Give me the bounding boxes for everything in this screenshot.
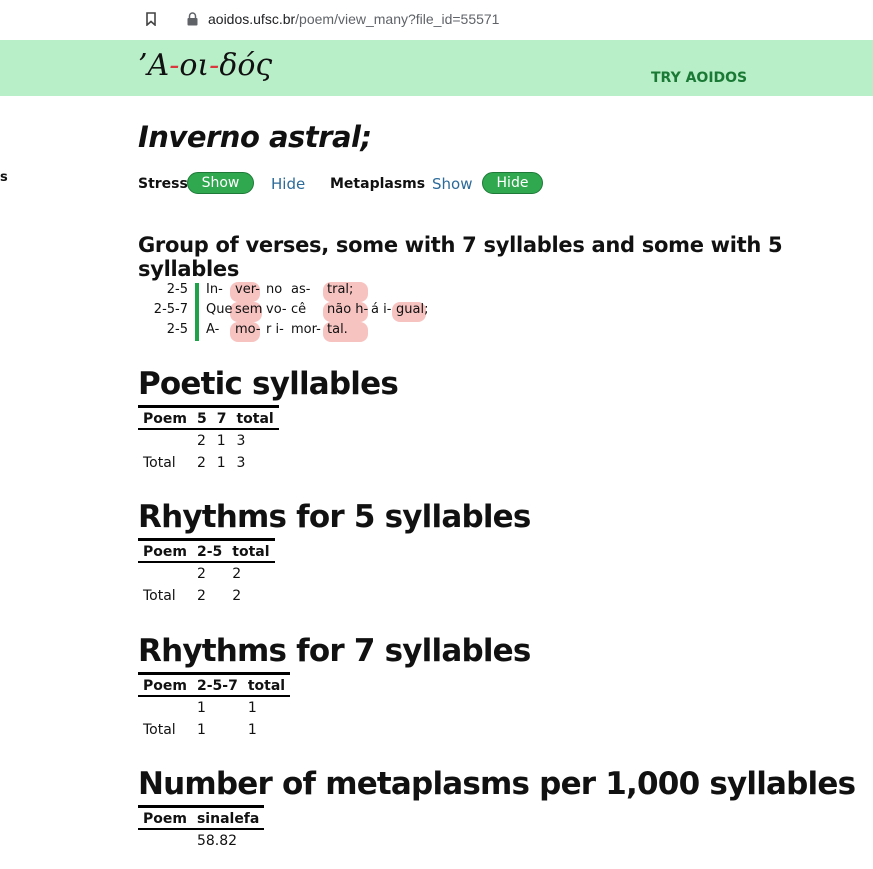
- url-host: aoidos.ufsc.br: [208, 11, 296, 27]
- column-header: sinalefa: [191, 805, 265, 830]
- syllable: In-: [206, 282, 223, 297]
- table-cell: Total: [143, 722, 176, 738]
- logo-dash: -: [209, 48, 220, 83]
- column-header: total: [227, 538, 275, 563]
- verse-rhythm: 2-5: [166, 322, 188, 337]
- table-cell: 2: [232, 588, 242, 604]
- group-heading: Group of verses, some with 7 syllables a…: [138, 233, 783, 281]
- table-header-row: Poem sinalefa: [138, 805, 265, 830]
- column-header: 2-5-7: [191, 672, 243, 697]
- sidebar-cut-text: s: [0, 170, 8, 185]
- table-cell: 2: [196, 455, 206, 471]
- rhythm5-heading: Rhythms for 5 syllables: [138, 499, 531, 535]
- table-cell: Total: [143, 455, 176, 471]
- column-header: 2-5: [191, 538, 228, 563]
- table-cell: 1: [196, 700, 206, 716]
- logo-part: οι: [179, 48, 210, 83]
- table-row: 2 1 3: [138, 429, 279, 452]
- column-header: 5: [191, 405, 212, 430]
- verse-rhythm: 2-5-7: [153, 302, 188, 317]
- table-row: Total 1 1: [138, 719, 290, 741]
- browser-address-bar: aoidos.ufsc.br/poem/view_many?file_id=55…: [0, 0, 873, 40]
- syllable: tral;: [327, 282, 354, 297]
- table-header-row: Poem 2-5-7 total: [138, 672, 291, 697]
- syllable: r i-: [266, 322, 284, 337]
- syllable: as-: [291, 282, 311, 297]
- bookmark-icon[interactable]: [146, 12, 156, 26]
- column-header: total: [231, 405, 279, 430]
- table-row: Total 2 2: [138, 585, 275, 607]
- url-field[interactable]: aoidos.ufsc.br/poem/view_many?file_id=55…: [208, 11, 499, 27]
- table-row: 1 1: [138, 696, 290, 719]
- syllable: gual;: [396, 302, 429, 317]
- table-cell: [138, 562, 192, 585]
- syllable: mor-: [291, 322, 321, 337]
- table-cell: 2: [232, 566, 242, 582]
- table-cell: Total: [143, 588, 176, 604]
- table-cell: 58.82: [196, 833, 238, 849]
- column-header: total: [242, 672, 291, 697]
- verse-rhythm: 2-5: [166, 282, 188, 297]
- column-header: Poem: [138, 805, 192, 830]
- syllable: vo-: [266, 302, 287, 317]
- poem-title: Inverno astral;: [138, 120, 372, 154]
- poetic-syllables-heading: Poetic syllables: [138, 366, 399, 402]
- table-cell: 1: [247, 722, 257, 738]
- syllable: A-: [206, 322, 220, 337]
- table-cell: [138, 696, 192, 719]
- stress-hide-link[interactable]: Hide: [271, 175, 305, 193]
- logo-part: δός: [219, 48, 273, 83]
- poetic-syllables-table: Poem 5 7 total 2 1 3 Total 2 1 3: [138, 405, 279, 474]
- url-path: /poem/view_many?file_id=55571: [295, 11, 500, 27]
- syllable: cê: [291, 302, 307, 317]
- verse-group-bar: [195, 283, 199, 341]
- try-aoidos-link[interactable]: TRY AOIDOS: [651, 70, 747, 86]
- lock-icon[interactable]: [187, 12, 198, 26]
- table-cell: 2: [196, 566, 206, 582]
- table-cell: 2: [196, 433, 206, 449]
- table-cell: 3: [236, 455, 246, 471]
- table-cell: 1: [247, 700, 257, 716]
- table-row: 58.82: [138, 829, 264, 852]
- table-cell: 1: [196, 722, 206, 738]
- column-header: Poem: [138, 672, 192, 697]
- column-header: Poem: [138, 538, 192, 563]
- syllable: ver-: [235, 282, 260, 297]
- rhythm5-table: Poem 2-5 total 2 2 Total 2 2: [138, 538, 275, 607]
- metaplasms-heading: Number of metaplasms per 1,000 syllables: [138, 766, 856, 802]
- metaplasms-label: Metaplasms: [330, 176, 426, 192]
- site-header: ’A-οι-δός TRY AOIDOS: [0, 40, 873, 96]
- column-header: Poem: [138, 405, 192, 430]
- table-row: Total 2 1 3: [138, 452, 279, 474]
- table-cell: [138, 429, 192, 452]
- metaplasms-hide-button[interactable]: Hide: [482, 172, 543, 194]
- table-header-row: Poem 5 7 total: [138, 405, 279, 430]
- syllable: tal.: [327, 322, 348, 337]
- table-header-row: Poem 2-5 total: [138, 538, 275, 563]
- table-cell: 1: [216, 433, 226, 449]
- stress-show-button[interactable]: Show: [187, 172, 254, 194]
- metaplasms-show-link[interactable]: Show: [432, 175, 472, 193]
- table-cell: 2: [196, 588, 206, 604]
- metaplasms-table: Poem sinalefa 58.82: [138, 805, 265, 852]
- table-cell: 1: [216, 455, 226, 471]
- syllable: mo-: [235, 322, 261, 337]
- syllable: sem: [235, 302, 263, 317]
- aoidos-logo[interactable]: ’A-οι-δός: [138, 48, 272, 83]
- column-header: 7: [211, 405, 232, 430]
- syllable: Que: [206, 302, 233, 317]
- syllable: á i-: [371, 302, 392, 317]
- syllable: não h-: [327, 302, 369, 317]
- logo-part: ’A: [138, 48, 170, 83]
- stress-label: Stress: [138, 176, 188, 192]
- table-cell: [138, 829, 192, 852]
- rhythm7-heading: Rhythms for 7 syllables: [138, 633, 531, 669]
- table-row: 2 2: [138, 562, 275, 585]
- table-cell: 3: [236, 433, 246, 449]
- rhythm7-table: Poem 2-5-7 total 1 1 Total 1 1: [138, 672, 291, 741]
- logo-dash: -: [169, 48, 180, 83]
- syllable: no: [266, 282, 283, 297]
